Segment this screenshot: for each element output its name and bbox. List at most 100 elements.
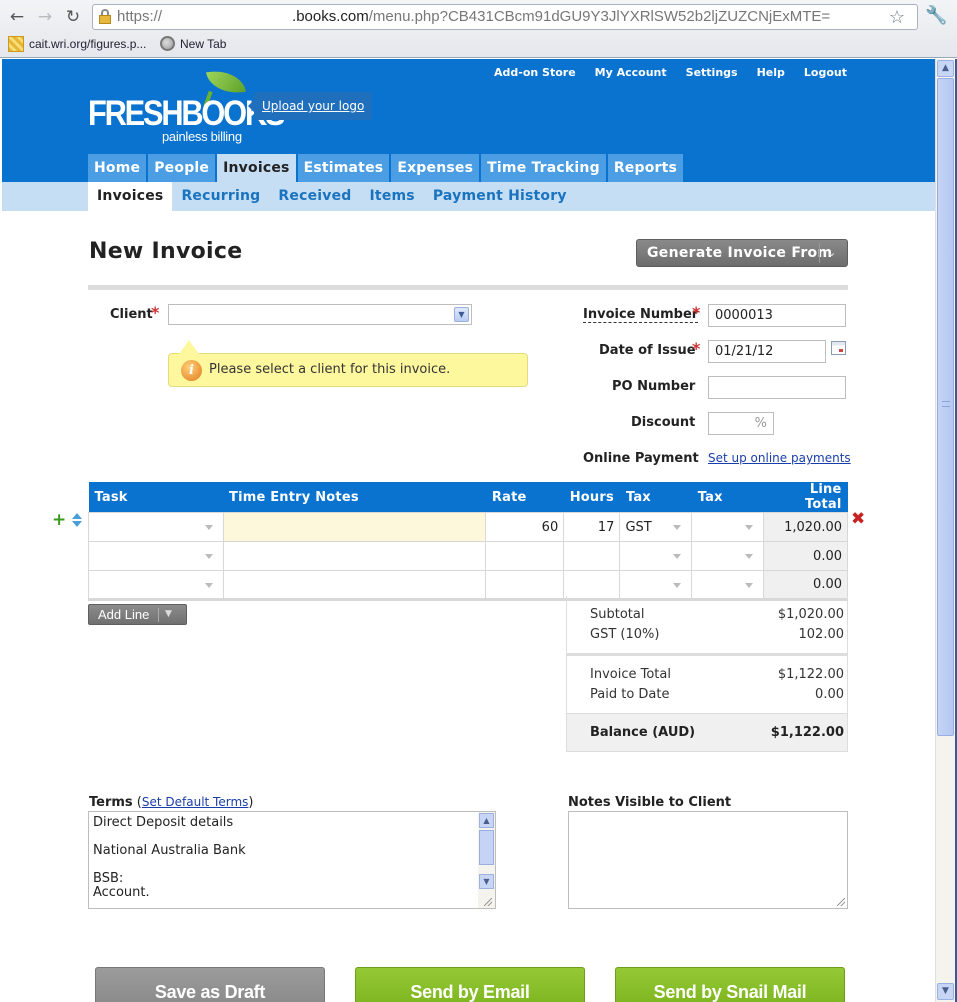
calendar-icon[interactable]	[831, 341, 846, 355]
scroll-down-icon[interactable]: ▼	[479, 874, 494, 889]
rate-input[interactable]	[485, 570, 565, 601]
scroll-up-icon[interactable]: ▲	[937, 60, 954, 77]
scroll-thumb[interactable]	[479, 830, 494, 865]
grid-favicon-icon	[8, 36, 24, 52]
dropdown-arrow-icon	[673, 554, 682, 559]
resize-grip-icon[interactable]	[837, 898, 845, 906]
delete-row-icon[interactable]: ✖	[851, 511, 865, 528]
generate-invoice-from-button[interactable]: Generate Invoice From ⌄	[636, 239, 848, 267]
dropdown-arrow-icon	[745, 525, 754, 530]
page-title: New Invoice	[89, 239, 243, 264]
discount-label: Discount	[631, 415, 696, 430]
discount-input[interactable]: %	[708, 412, 774, 435]
subtab-items[interactable]: Items	[361, 182, 424, 211]
bookmark-label: New Tab	[180, 36, 227, 51]
dropdown-arrow-icon	[673, 583, 682, 588]
client-tooltip: i Please select a client for this invoic…	[168, 340, 528, 387]
add-line-button[interactable]: Add Line ▼	[88, 604, 187, 625]
col-rate: Rate	[485, 482, 564, 513]
notes-input[interactable]	[222, 570, 487, 601]
resize-grip-icon[interactable]	[484, 898, 492, 906]
url-domain: .books.com	[292, 8, 369, 25]
hours-input[interactable]	[563, 541, 621, 571]
date-of-issue-input[interactable]: 01/21/12	[708, 340, 826, 363]
notes-input[interactable]	[222, 541, 487, 571]
send-by-email-button[interactable]: Send by Email	[355, 967, 585, 1002]
chevron-down-icon[interactable]: ▼	[454, 307, 469, 322]
invoice-number-label-text: Invoice Number	[583, 307, 699, 323]
col-notes: Time Entry Notes	[223, 482, 486, 513]
tax2-select[interactable]	[691, 541, 765, 571]
add-line-label: Add Line	[98, 607, 150, 622]
setup-online-payments-link[interactable]: Set up online payments	[708, 451, 851, 465]
logout-link[interactable]: Logout	[804, 66, 847, 79]
rate-input[interactable]: 60	[485, 512, 565, 542]
table-header-row: Task Time Entry Notes Rate Hours Tax Tax…	[88, 482, 848, 513]
tab-home[interactable]: Home	[88, 154, 147, 182]
subtab-payment-history[interactable]: Payment History	[424, 182, 576, 211]
addon-store-link[interactable]: Add-on Store	[494, 66, 576, 79]
paid-label: Paid to Date	[590, 687, 670, 702]
subtab-recurring[interactable]: Recurring	[172, 182, 269, 211]
tax1-select[interactable]: GST	[619, 512, 693, 542]
terms-textarea[interactable]: Direct Deposit details National Australi…	[88, 811, 496, 909]
invoice-total-value: $1,122.00	[777, 667, 844, 682]
bookmarks-bar: cait.wri.org/figures.p... New Tab	[0, 33, 957, 55]
sub-nav: Invoices Recurring Received Items Paymen…	[2, 182, 935, 211]
notes-input[interactable]	[222, 512, 487, 542]
address-bar[interactable]: https:// .books.com/menu.php?CB431CBcm91d…	[92, 4, 918, 30]
online-payment-label: Online Payment	[583, 451, 699, 466]
chevron-down-icon[interactable]: ▼	[165, 605, 172, 624]
tab-people[interactable]: People	[148, 154, 216, 182]
col-tax1: Tax	[619, 482, 692, 513]
upload-logo-link[interactable]: Upload your logo	[247, 92, 373, 120]
subtab-invoices[interactable]: Invoices	[88, 182, 173, 211]
tab-reports[interactable]: Reports	[607, 154, 684, 182]
task-select[interactable]	[88, 512, 224, 542]
tab-expenses[interactable]: Expenses	[391, 154, 480, 182]
notes-textarea[interactable]	[568, 811, 848, 909]
url-scheme: https://	[117, 8, 163, 25]
terms-label: Terms (Set Default Terms)	[89, 795, 254, 810]
page-scrollbar[interactable]: ▲ ▼	[935, 59, 955, 1002]
back-button[interactable]: ←	[6, 6, 28, 28]
save-as-draft-button[interactable]: Save as Draft	[95, 967, 325, 1002]
reorder-icon[interactable]	[72, 513, 83, 527]
chevron-down-icon[interactable]: ⌄	[827, 240, 837, 266]
paid-value: 0.00	[815, 687, 844, 702]
terms-scrollbar[interactable]: ▲ ▼	[478, 812, 495, 908]
tax1-select[interactable]	[619, 541, 693, 571]
dropdown-arrow-icon	[673, 525, 682, 530]
help-link[interactable]: Help	[757, 66, 785, 79]
client-select[interactable]: ▼	[168, 304, 472, 325]
task-select[interactable]	[88, 570, 224, 601]
scroll-down-icon[interactable]: ▼	[937, 983, 954, 1000]
tab-estimates[interactable]: Estimates	[297, 154, 390, 182]
hours-input[interactable]: 17	[563, 512, 621, 542]
scroll-thumb[interactable]	[937, 78, 954, 736]
po-number-input[interactable]	[708, 376, 846, 399]
settings-link[interactable]: Settings	[686, 66, 738, 79]
tax2-select[interactable]	[691, 512, 765, 542]
terms-label-text: Terms	[89, 795, 133, 810]
task-select[interactable]	[88, 541, 224, 571]
tax-row: GST (10%) 102.00	[590, 625, 844, 645]
tab-time-tracking[interactable]: Time Tracking	[481, 154, 606, 182]
rate-input[interactable]	[485, 541, 565, 571]
send-by-snail-mail-button[interactable]: Send by Snail Mail	[615, 967, 845, 1002]
set-default-terms-link[interactable]: Set Default Terms	[142, 795, 249, 809]
invoice-number-input[interactable]: 0000013	[708, 304, 846, 327]
tab-invoices[interactable]: Invoices	[217, 154, 296, 182]
bookmark-item[interactable]: cait.wri.org/figures.p...	[8, 36, 146, 52]
subtab-received[interactable]: Received	[269, 182, 360, 211]
freshbooks-logo[interactable]: FRESHBOOKS painless billing	[88, 66, 286, 144]
add-row-icon[interactable]: +	[52, 512, 66, 529]
forward-button[interactable]: →	[34, 6, 56, 28]
required-icon: *	[692, 303, 701, 322]
bookmark-item[interactable]: New Tab	[160, 36, 226, 51]
bookmark-star-icon[interactable]: ☆	[889, 7, 905, 27]
reload-button[interactable]: ↻	[62, 6, 84, 28]
wrench-menu-icon[interactable]: 🔧	[925, 5, 947, 26]
scroll-up-icon[interactable]: ▲	[479, 813, 494, 828]
my-account-link[interactable]: My Account	[595, 66, 667, 79]
